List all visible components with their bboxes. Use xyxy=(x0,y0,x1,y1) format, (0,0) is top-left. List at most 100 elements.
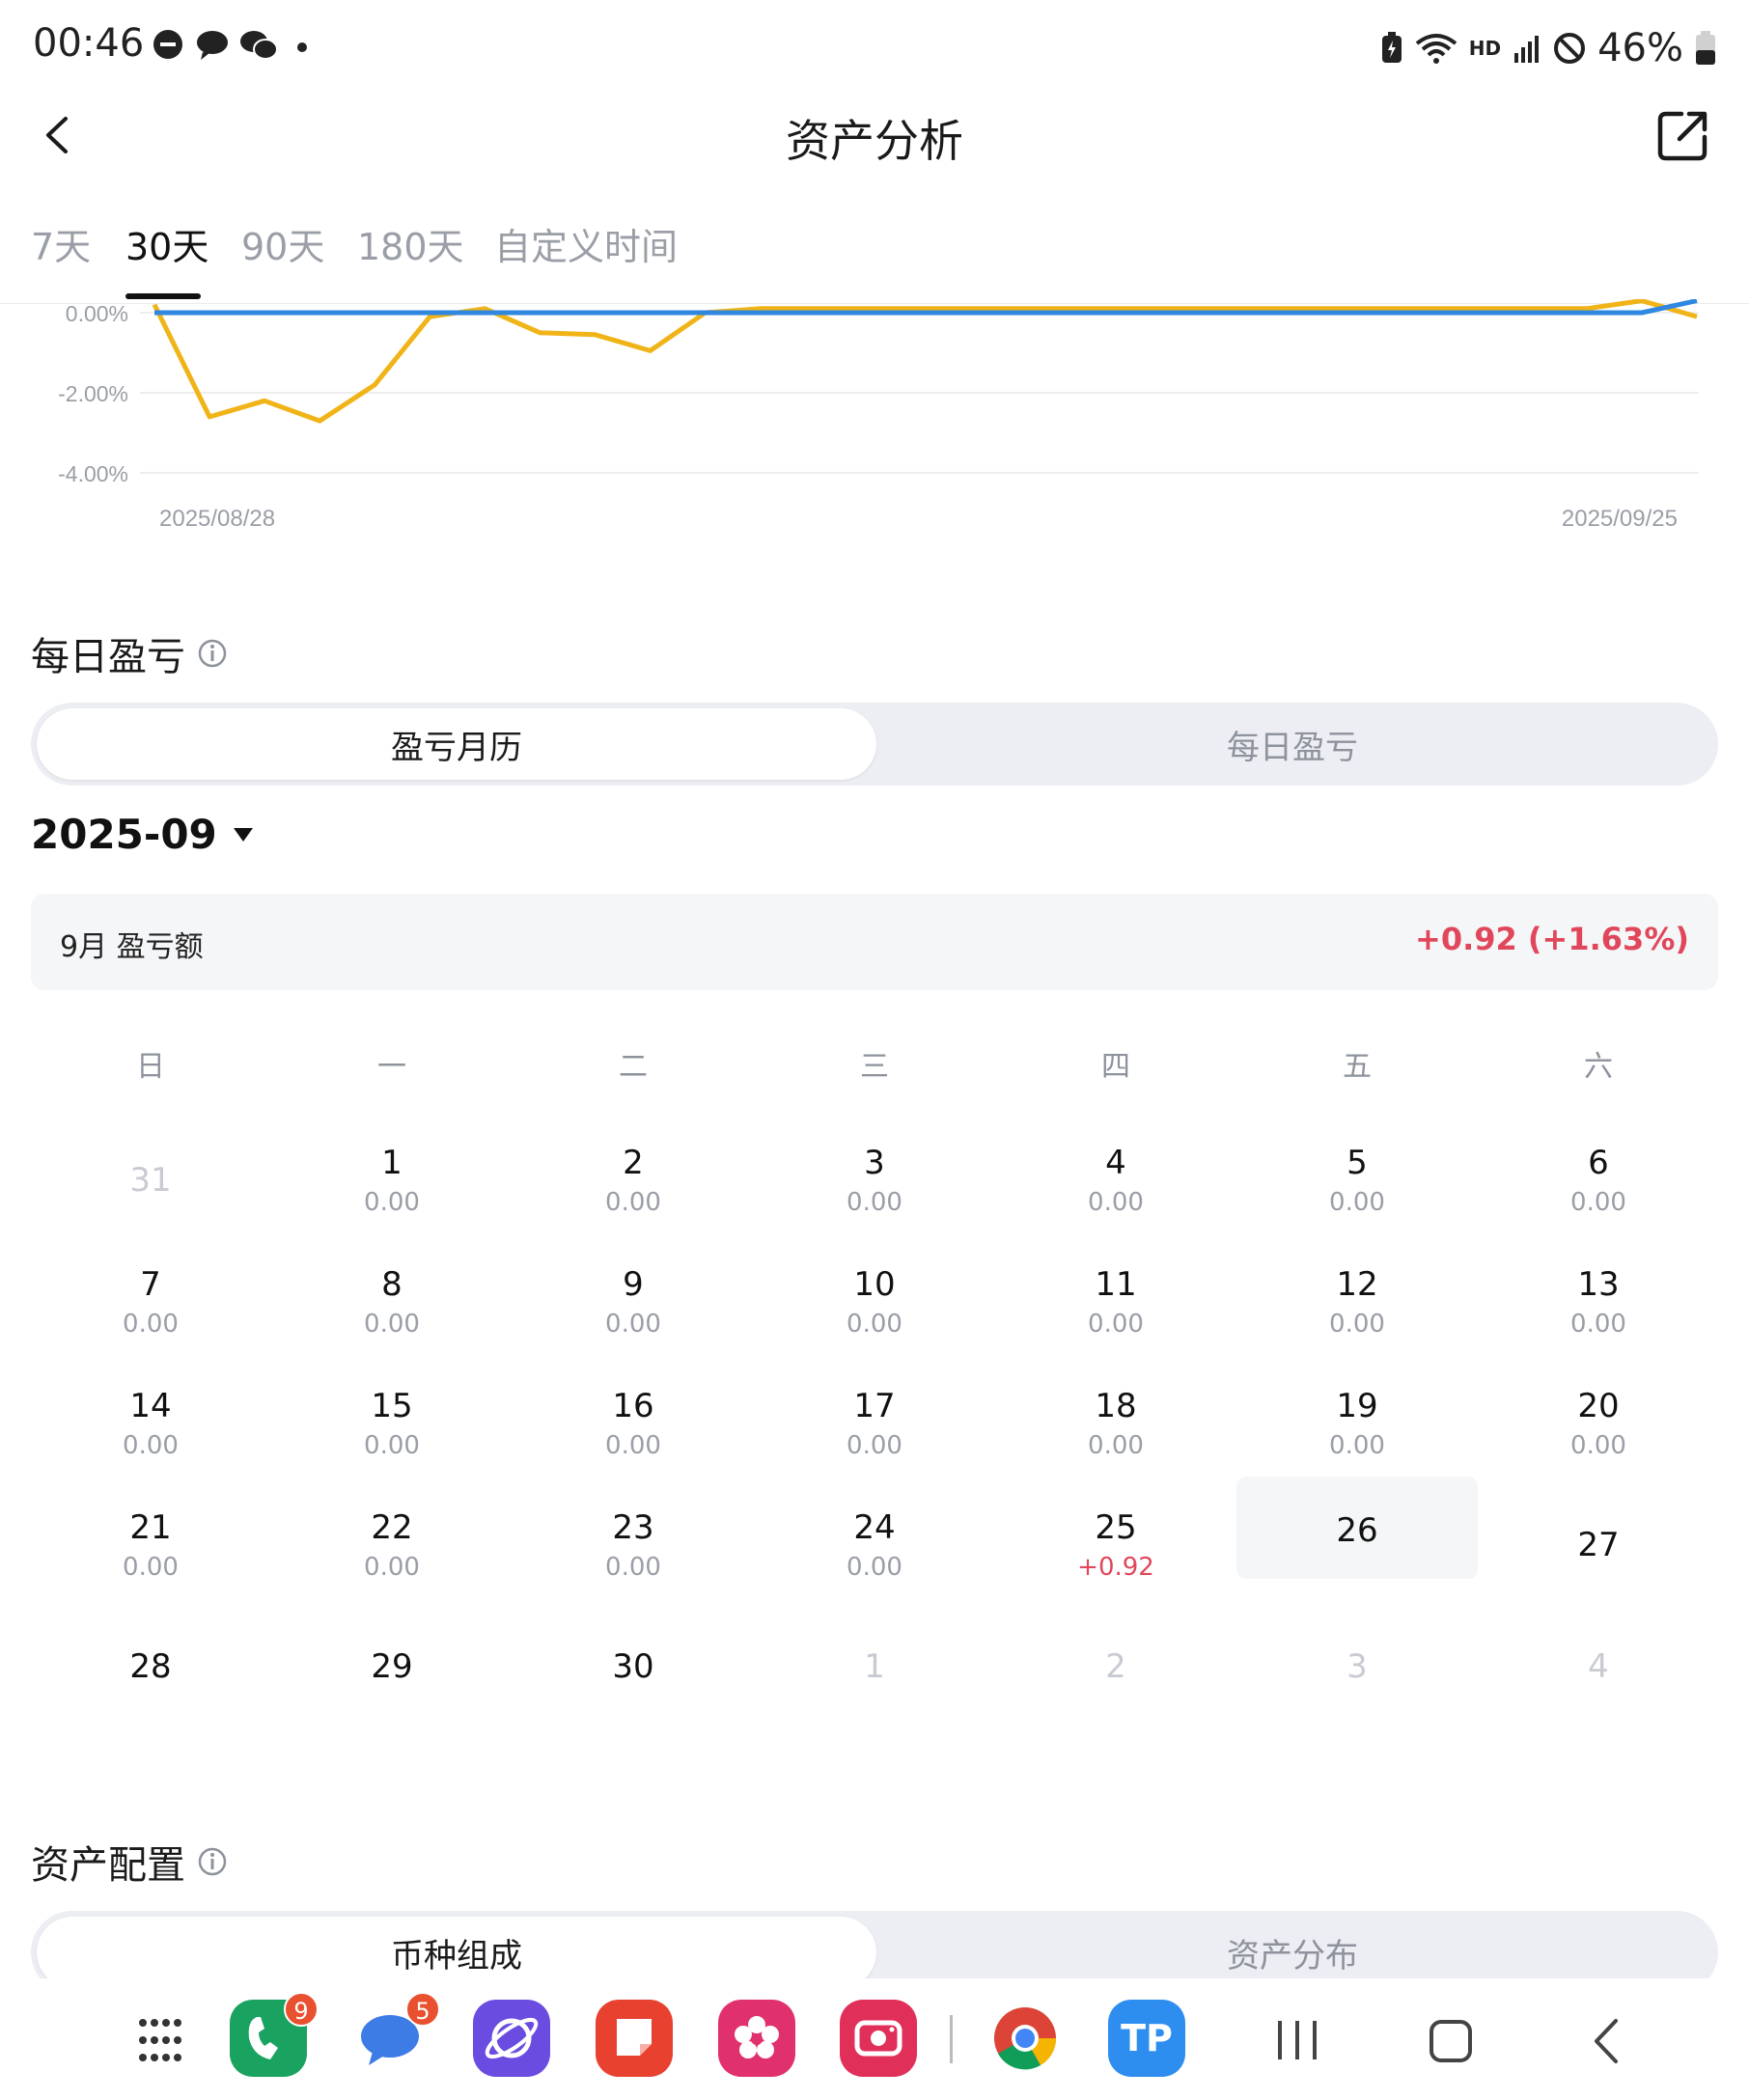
calendar-day-cell[interactable]: 17 0.00 xyxy=(754,1387,995,1493)
calendar-day-cell[interactable]: 7 0.00 xyxy=(30,1265,271,1371)
calendar-day-cell[interactable]: 10 0.00 xyxy=(754,1265,995,1371)
calendar-day-cell[interactable]: 1 xyxy=(754,1630,995,1736)
recent-apps-button[interactable] xyxy=(1274,2019,1320,2061)
calendar-day-number: 4 xyxy=(1105,1144,1126,1182)
calendar-day-cell[interactable]: 6 0.00 xyxy=(1478,1144,1719,1250)
calendar-day-pnl: 0.00 xyxy=(847,1188,902,1217)
camera-app-icon[interactable] xyxy=(840,2000,917,2077)
weekday-sun: 日 xyxy=(136,1050,165,1084)
calendar-day-cell[interactable]: 3 xyxy=(1236,1630,1478,1736)
chrome-app-icon[interactable] xyxy=(986,2000,1064,2077)
battery-saver-icon xyxy=(1381,32,1402,63)
daily-pnl-section-title: 每日盈亏 xyxy=(31,625,228,681)
calendar-day-cell[interactable]: 30 xyxy=(513,1630,754,1736)
info-icon[interactable] xyxy=(197,638,228,669)
segment-daily-pnl[interactable]: 每日盈亏 xyxy=(873,708,1712,780)
calendar-day-cell[interactable]: 16 0.00 xyxy=(513,1387,754,1493)
chrome-logo-icon xyxy=(994,2007,1057,2070)
calendar-day-cell[interactable]: 26 xyxy=(1236,1477,1478,1579)
tp-wallet-app-icon[interactable]: TP xyxy=(1108,2000,1185,2077)
calendar-day-pnl: 0.00 xyxy=(605,1553,661,1582)
tab-90d[interactable]: 90天 xyxy=(241,217,324,270)
no-disturb-icon xyxy=(1554,33,1586,64)
calendar-day-cell[interactable]: 27 xyxy=(1478,1508,1719,1615)
segment-pnl-calendar[interactable]: 盈亏月历 xyxy=(37,708,876,780)
tab-custom-range[interactable]: 自定义时间 xyxy=(494,217,678,270)
status-right-group: HD 46% xyxy=(1380,21,1716,75)
calendar-day-cell[interactable]: 28 xyxy=(30,1630,271,1736)
calendar-day-number: 6 xyxy=(1588,1144,1609,1182)
calendar-day-pnl: 0.00 xyxy=(605,1431,661,1460)
tab-30d[interactable]: 30天 xyxy=(125,217,208,270)
allocation-section-title: 资产配置 xyxy=(31,1834,228,1890)
calendar-day-cell[interactable]: 8 0.00 xyxy=(271,1265,513,1371)
allocation-title-text: 资产配置 xyxy=(31,1843,185,1888)
calendar-day-cell[interactable]: 13 0.00 xyxy=(1478,1265,1719,1371)
return-line-chart: 0.00% -2.00% -4.00% 2025/08/28 2025/09/25 xyxy=(58,299,1699,532)
calendar-day-pnl: 0.00 xyxy=(1088,1310,1144,1339)
calendar-day-cell[interactable]: 14 0.00 xyxy=(30,1387,271,1493)
calendar-day-cell[interactable]: 20 0.00 xyxy=(1478,1387,1719,1493)
note-icon xyxy=(617,2019,652,2056)
calendar-day-number: 23 xyxy=(612,1508,654,1547)
calendar-day-cell[interactable]: 21 0.00 xyxy=(30,1508,271,1615)
calendar-day-pnl: 0.00 xyxy=(847,1310,902,1339)
calendar-day-number: 11 xyxy=(1095,1265,1137,1304)
calendar-day-pnl: 0.00 xyxy=(1329,1431,1385,1460)
calendar-day-cell[interactable]: 24 0.00 xyxy=(754,1508,995,1615)
tab-180d[interactable]: 180天 xyxy=(357,217,464,270)
calendar-day-cell[interactable]: 15 0.00 xyxy=(271,1387,513,1493)
calendar-day-cell[interactable]: 5 0.00 xyxy=(1236,1144,1478,1250)
calendar-day-cell[interactable]: 18 0.00 xyxy=(995,1387,1236,1493)
calendar-day-pnl: 0.00 xyxy=(1570,1310,1626,1339)
more-notifications-dot-icon xyxy=(297,42,307,52)
calendar-day-cell[interactable]: 2 xyxy=(995,1630,1236,1736)
calendar-day-cell[interactable]: 29 xyxy=(271,1630,513,1736)
internet-app-icon[interactable] xyxy=(473,2000,550,2077)
segment-currency-composition[interactable]: 币种组成 xyxy=(37,1917,876,1988)
calendar-day-cell[interactable]: 11 0.00 xyxy=(995,1265,1236,1371)
calendar-day-pnl: 0.00 xyxy=(1570,1188,1626,1217)
system-back-button[interactable] xyxy=(1591,2017,1622,2065)
gallery-app-icon[interactable] xyxy=(718,2000,795,2077)
calendar-day-cell[interactable]: 12 0.00 xyxy=(1236,1265,1478,1371)
cellular-signal-icon xyxy=(1514,36,1540,63)
calendar-day-number: 1 xyxy=(864,1647,885,1686)
calendar-day-cell[interactable]: 4 0.00 xyxy=(995,1144,1236,1250)
network-hd-label: HD xyxy=(1468,37,1502,60)
calendar-day-pnl: 0.00 xyxy=(605,1310,661,1339)
notes-app-icon[interactable] xyxy=(596,2000,673,2077)
page-title: 资产分析 xyxy=(786,115,963,167)
chart-y-tick-label: -2.00% xyxy=(58,381,128,406)
calendar-day-number: 20 xyxy=(1577,1387,1620,1425)
messages-app-icon[interactable]: 5 xyxy=(351,1992,440,2077)
app-drawer-icon[interactable] xyxy=(137,2017,183,2063)
calendar-day-cell[interactable]: 23 0.00 xyxy=(513,1508,754,1615)
segment-asset-distribution[interactable]: 资产分布 xyxy=(873,1917,1712,1988)
calendar-day-cell[interactable]: 22 0.00 xyxy=(271,1508,513,1615)
calendar-day-cell[interactable]: 1 0.00 xyxy=(271,1144,513,1250)
phone-app-icon[interactable]: 9 xyxy=(230,1992,319,2077)
calendar-day-cell[interactable]: 31 xyxy=(30,1144,271,1250)
calendar-day-number: 17 xyxy=(853,1387,896,1425)
calendar-day-number: 18 xyxy=(1095,1387,1137,1425)
calendar-day-number: 3 xyxy=(1346,1647,1368,1686)
calendar-day-number: 26 xyxy=(1336,1511,1378,1550)
info-icon[interactable] xyxy=(197,1846,228,1877)
calendar-day-cell[interactable]: 2 0.00 xyxy=(513,1144,754,1250)
calendar-day-number: 16 xyxy=(612,1387,654,1425)
share-export-button[interactable] xyxy=(1656,108,1710,162)
tab-7d[interactable]: 7天 xyxy=(31,217,91,270)
month-picker[interactable]: 2025-09 xyxy=(31,811,254,858)
chart-y-ticks: 0.00% -2.00% -4.00% xyxy=(58,301,128,486)
calendar-day-cell[interactable]: 25 +0.92 xyxy=(995,1508,1236,1615)
calendar-day-number: 9 xyxy=(623,1265,644,1304)
calendar-day-cell[interactable]: 3 0.00 xyxy=(754,1144,995,1250)
calendar-day-cell[interactable]: 9 0.00 xyxy=(513,1265,754,1371)
home-button[interactable] xyxy=(1429,2019,1473,2063)
calendar-day-cell[interactable]: 4 xyxy=(1478,1630,1719,1736)
calendar-day-pnl: 0.00 xyxy=(1329,1310,1385,1339)
calendar-day-pnl: 0.00 xyxy=(1088,1431,1144,1460)
calendar-day-number: 3 xyxy=(864,1144,885,1182)
month-pnl-summary: 9月 盈亏额 +0.92 (+1.63%) xyxy=(31,894,1718,990)
